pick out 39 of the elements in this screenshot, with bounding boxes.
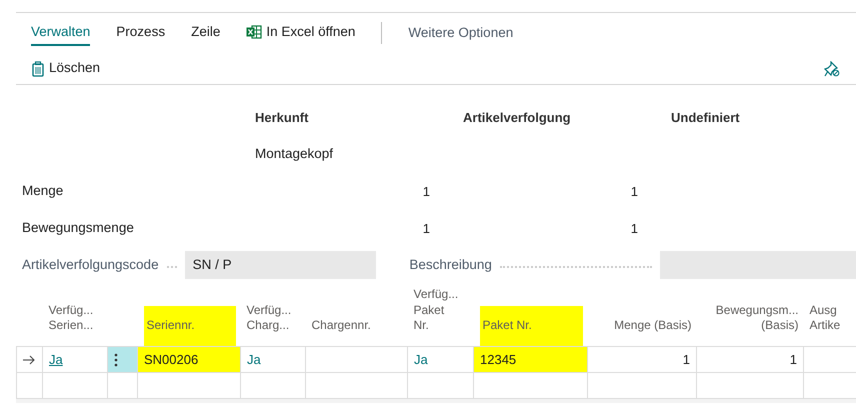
column-header[interactable]: Bewegungsm... (Basis) [716,302,798,334]
tab[interactable]: Prozess [116,20,166,46]
table-cell: Ja [414,352,428,367]
quantity-value: 1 [630,220,638,238]
field-label: Beschreibung [409,256,492,274]
delete-button[interactable]: Löschen [32,58,100,79]
table-cell: 12345 [474,346,588,372]
row-label: Bewegungsmenge [21,219,135,238]
tab[interactable]: Zeile [191,20,220,46]
column-header: Artikelverfolgung [463,108,572,127]
table-cell: SN00206 [138,346,240,372]
row-label: Menge [21,182,64,200]
column-header[interactable]: Seriennr. [144,306,236,346]
spreadsheet-icon [246,25,262,39]
origin-name: Montagekopf [255,145,334,164]
column-header[interactable]: Chargennr. [312,318,371,334]
more-options-button[interactable]: Weitere Optionen [408,22,514,44]
table-cell: 1 [790,352,797,367]
table-cell: 1 [682,352,690,367]
column-header[interactable]: Verfüg... Paket Nr. [414,287,458,334]
quantity-value: 1 [422,182,430,201]
quantity-value: 1 [422,220,430,238]
column-header: Undefiniert [671,108,741,127]
column-header[interactable]: Verfüg... Serien... [48,302,94,334]
column-header[interactable]: Menge (Basis) [614,318,692,334]
input-field[interactable]: SN / P [184,251,376,279]
link[interactable]: Ja [49,352,63,367]
column-header[interactable]: Paket Nr. [480,306,582,346]
tab[interactable]: Verwalten [31,20,90,46]
trash-icon [32,60,44,76]
column-header[interactable]: Verfüg... Charg... [246,302,292,334]
more-icon[interactable] [114,353,118,368]
column-header: Herkunft [255,108,310,127]
column-header[interactable]: Ausg Artike [810,302,840,334]
quantity-value: 1 [630,182,638,201]
table-cell: Ja [247,352,261,367]
field-label: Artikelverfolgungscode [22,256,159,274]
tab[interactable]: In Excel öffnen [246,20,356,46]
pin-icon[interactable] [824,61,840,78]
